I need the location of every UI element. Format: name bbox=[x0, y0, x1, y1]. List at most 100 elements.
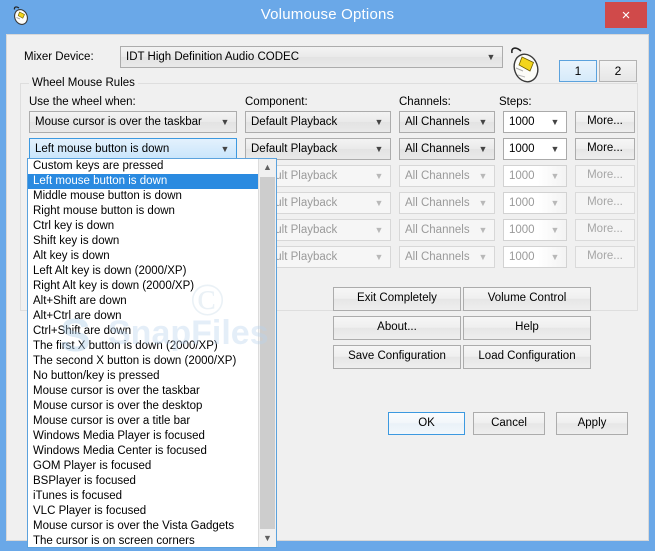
rule-row-2-steps-combo[interactable]: 1000 ▼ bbox=[503, 138, 567, 160]
wheel-when-dropdown-list[interactable]: Custom keys are pressed Left mouse button… bbox=[27, 158, 277, 548]
dropdown-item[interactable]: Alt+Ctrl are down bbox=[28, 309, 259, 324]
rule-row-4-steps-combo[interactable]: 1000 ▼ bbox=[503, 192, 567, 214]
dropdown-item[interactable]: Middle mouse button is down bbox=[28, 189, 259, 204]
dropdown-item[interactable]: Left mouse button is down bbox=[28, 174, 259, 189]
dropdown-items-container: Custom keys are pressed Left mouse button… bbox=[28, 159, 259, 547]
rule-row-6-more-button[interactable]: More... bbox=[575, 246, 635, 268]
chevron-down-icon: ▼ bbox=[220, 117, 230, 127]
rule-row-2-wheel-when-combo[interactable]: Left mouse button is down ▼ bbox=[29, 138, 237, 160]
save-configuration-button[interactable]: Save Configuration bbox=[333, 345, 461, 369]
chevron-down-icon: ▼ bbox=[550, 252, 560, 262]
dropdown-item[interactable]: BSPlayer is focused bbox=[28, 474, 259, 489]
chevron-down-icon: ▼ bbox=[478, 252, 488, 262]
rule-row-6-channels-value: All Channels bbox=[405, 251, 470, 263]
rule-row-2-wheel-when-value: Left mouse button is down bbox=[35, 143, 170, 155]
rule-row-4-more-button[interactable]: More... bbox=[575, 192, 635, 214]
dropdown-item[interactable]: Mouse cursor is over the taskbar bbox=[28, 384, 259, 399]
rule-row-1-component-value: Default Playback bbox=[251, 116, 338, 128]
rule-row-2-channels-value: All Channels bbox=[405, 143, 470, 155]
rule-row-1-more-button[interactable]: More... bbox=[575, 111, 635, 133]
rule-row-2-more-button[interactable]: More... bbox=[575, 138, 635, 160]
dropdown-item[interactable]: Windows Media Player is focused bbox=[28, 429, 259, 444]
chevron-down-icon: ▼ bbox=[486, 52, 496, 62]
rule-row-4-steps-value: 1000 bbox=[509, 197, 535, 209]
dropdown-item[interactable]: The second X button is down (2000/XP) bbox=[28, 354, 259, 369]
cancel-button[interactable]: Cancel bbox=[473, 412, 545, 435]
rule-row-3-channels-value: All Channels bbox=[405, 170, 470, 182]
rule-row-5-channels-combo[interactable]: All Channels ▼ bbox=[399, 219, 495, 241]
dropdown-item[interactable]: Ctrl key is down bbox=[28, 219, 259, 234]
scrollbar-thumb[interactable] bbox=[260, 177, 275, 529]
volume-control-button[interactable]: Volume Control bbox=[463, 287, 591, 311]
rule-row-5-steps-value: 1000 bbox=[509, 224, 535, 236]
rule-row-3-steps-combo[interactable]: 1000 ▼ bbox=[503, 165, 567, 187]
rule-row-1-steps-combo[interactable]: 1000 ▼ bbox=[503, 111, 567, 133]
scroll-down-arrow-icon[interactable]: ▼ bbox=[259, 530, 276, 547]
rule-row-1-channels-combo[interactable]: All Channels ▼ bbox=[399, 111, 495, 133]
dropdown-item[interactable]: The first X button is down (2000/XP) bbox=[28, 339, 259, 354]
dropdown-item[interactable]: No button/key is pressed bbox=[28, 369, 259, 384]
dropdown-item[interactable]: Alt key is down bbox=[28, 249, 259, 264]
dropdown-item[interactable]: Right mouse button is down bbox=[28, 204, 259, 219]
dropdown-item[interactable]: Windows Media Center is focused bbox=[28, 444, 259, 459]
ok-button[interactable]: OK bbox=[388, 412, 465, 435]
rule-row-1-wheel-when-combo[interactable]: Mouse cursor is over the taskbar ▼ bbox=[29, 111, 237, 133]
chevron-down-icon: ▼ bbox=[478, 225, 488, 235]
mixer-device-value: IDT High Definition Audio CODEC bbox=[126, 51, 299, 63]
chevron-down-icon: ▼ bbox=[478, 198, 488, 208]
rule-row-4-channels-combo[interactable]: All Channels ▼ bbox=[399, 192, 495, 214]
chevron-down-icon: ▼ bbox=[550, 171, 560, 181]
tab-page-1[interactable]: 1 bbox=[559, 60, 597, 82]
dropdown-item[interactable]: VLC Player is focused bbox=[28, 504, 259, 519]
scroll-up-arrow-icon[interactable]: ▲ bbox=[259, 159, 276, 176]
mixer-device-label: Mixer Device: bbox=[24, 51, 94, 63]
exit-completely-button[interactable]: Exit Completely bbox=[333, 287, 461, 311]
close-icon[interactable]: × bbox=[605, 2, 647, 28]
dropdown-item[interactable]: Custom keys are pressed bbox=[28, 159, 259, 174]
rule-row-1-channels-value: All Channels bbox=[405, 116, 470, 128]
chevron-down-icon: ▼ bbox=[550, 225, 560, 235]
rule-row-5-channels-value: All Channels bbox=[405, 224, 470, 236]
rule-row-2-component-value: Default Playback bbox=[251, 143, 338, 155]
mixer-device-combo[interactable]: IDT High Definition Audio CODEC ▼ bbox=[120, 46, 503, 68]
rule-row-1-wheel-when-value: Mouse cursor is over the taskbar bbox=[35, 116, 202, 128]
apply-button[interactable]: Apply bbox=[556, 412, 628, 435]
col-header-wheel-when: Use the wheel when: bbox=[29, 96, 136, 108]
rule-row-3-channels-combo[interactable]: All Channels ▼ bbox=[399, 165, 495, 187]
chevron-down-icon: ▼ bbox=[220, 144, 230, 154]
about-button[interactable]: About... bbox=[333, 316, 461, 340]
dropdown-scrollbar[interactable]: ▲ ▼ bbox=[258, 159, 276, 547]
dropdown-item[interactable]: Left Alt key is down (2000/XP) bbox=[28, 264, 259, 279]
chevron-down-icon: ▼ bbox=[478, 171, 488, 181]
dropdown-item[interactable]: Shift key is down bbox=[28, 234, 259, 249]
dropdown-item[interactable]: The cursor is on screen corners bbox=[28, 534, 259, 547]
rule-row-6-channels-combo[interactable]: All Channels ▼ bbox=[399, 246, 495, 268]
rule-row-2-component-combo[interactable]: Default Playback ▼ bbox=[245, 138, 391, 160]
dropdown-item[interactable]: Alt+Shift are down bbox=[28, 294, 259, 309]
volumouse-options-window: Volumouse Options × Mixer Device: IDT Hi… bbox=[0, 0, 655, 551]
chevron-down-icon: ▼ bbox=[374, 252, 384, 262]
rule-row-4-channels-value: All Channels bbox=[405, 197, 470, 209]
rule-row-2-channels-combo[interactable]: All Channels ▼ bbox=[399, 138, 495, 160]
dropdown-item[interactable]: Ctrl+Shift are down bbox=[28, 324, 259, 339]
dropdown-item[interactable]: iTunes is focused bbox=[28, 489, 259, 504]
rule-row-5-steps-combo[interactable]: 1000 ▼ bbox=[503, 219, 567, 241]
load-configuration-button[interactable]: Load Configuration bbox=[463, 345, 591, 369]
col-header-steps: Steps: bbox=[499, 96, 532, 108]
help-button[interactable]: Help bbox=[463, 316, 591, 340]
chevron-down-icon: ▼ bbox=[374, 198, 384, 208]
tab-page-2[interactable]: 2 bbox=[599, 60, 637, 82]
dropdown-item[interactable]: Mouse cursor is over the desktop bbox=[28, 399, 259, 414]
rule-row-3-more-button[interactable]: More... bbox=[575, 165, 635, 187]
rule-row-6-steps-combo[interactable]: 1000 ▼ bbox=[503, 246, 567, 268]
col-header-component: Component: bbox=[245, 96, 308, 108]
dropdown-item[interactable]: Mouse cursor is over the Vista Gadgets bbox=[28, 519, 259, 534]
chevron-down-icon: ▼ bbox=[550, 117, 560, 127]
rule-row-2-steps-value: 1000 bbox=[509, 143, 535, 155]
rule-row-5-more-button[interactable]: More... bbox=[575, 219, 635, 241]
dropdown-item[interactable]: Mouse cursor is over a title bar bbox=[28, 414, 259, 429]
dropdown-item[interactable]: GOM Player is focused bbox=[28, 459, 259, 474]
rule-row-1-component-combo[interactable]: Default Playback ▼ bbox=[245, 111, 391, 133]
chevron-down-icon: ▼ bbox=[374, 171, 384, 181]
dropdown-item[interactable]: Right Alt key is down (2000/XP) bbox=[28, 279, 259, 294]
